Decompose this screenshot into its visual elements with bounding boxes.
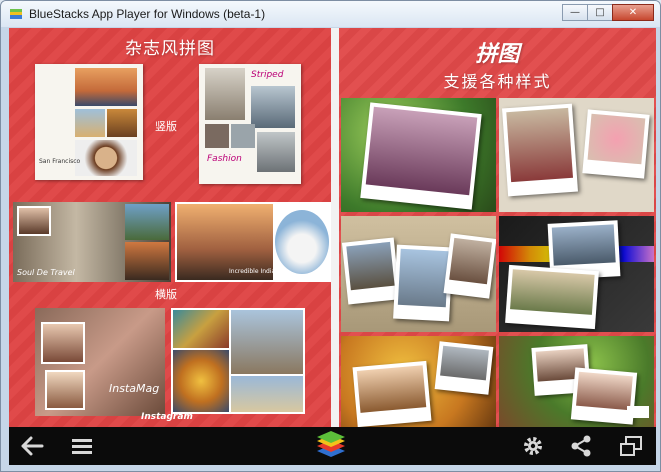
- fashion-photo-2: [251, 86, 295, 128]
- india-caption: Incredible India: [229, 268, 276, 275]
- maximize-button[interactable]: □: [587, 4, 613, 21]
- golden-gate-photo: [75, 68, 137, 106]
- collage-title: 拼图: [475, 42, 520, 67]
- fashion-photo-1: [205, 68, 245, 120]
- tile5-portrait: [356, 365, 427, 413]
- travel-collage[interactable]: Soul De Travel: [13, 202, 171, 282]
- tile2-flowers-photo: [587, 113, 646, 165]
- bluestacks-app-icon: [10, 9, 22, 19]
- menu-icon[interactable]: [69, 433, 95, 459]
- strip-caption: Soul De Travel: [17, 268, 75, 277]
- title-bar[interactable]: BlueStacks App Player for Windows (beta-…: [1, 1, 660, 27]
- tile1-polaroid: [360, 102, 482, 210]
- magazine-card-fashion[interactable]: Striped Fashion: [199, 64, 301, 184]
- tile3-eiffel-photo: [397, 248, 449, 308]
- style-tile-6[interactable]: [499, 336, 654, 427]
- tile4-group-photo: [510, 269, 595, 315]
- window-toggle-icon[interactable]: [618, 433, 644, 459]
- coffee-photo: [75, 140, 137, 176]
- instamag-portrait-1: [41, 322, 85, 364]
- back-arrow-icon[interactable]: [19, 433, 45, 459]
- bridge-photo: [107, 109, 137, 137]
- fashion-photo-4: [231, 124, 255, 148]
- style-tile-3[interactable]: [341, 216, 496, 332]
- taj-mahal-photo: [275, 210, 329, 274]
- harbor-photo: [75, 109, 105, 137]
- tile5-landscape: [440, 345, 489, 381]
- tile4-city-photo: [551, 224, 616, 266]
- tile2-child-photo: [506, 107, 574, 183]
- android-nav-bar: [9, 427, 656, 465]
- panel-divider: [331, 28, 339, 427]
- magazine-title: 杂志风拼图: [125, 39, 215, 59]
- tile2-polaroid-1: [502, 103, 578, 197]
- fashion-photo-3: [205, 124, 229, 148]
- minimize-button[interactable]: —: [562, 4, 588, 21]
- card2-caption-top: Striped: [251, 70, 284, 80]
- magazine-card-sanfrancisco[interactable]: San Francisco: [35, 64, 143, 180]
- instamag-portrait-2: [45, 370, 85, 410]
- mosaic-photo: [173, 310, 229, 348]
- tile4-polaroid-2: [505, 264, 599, 330]
- magazine-collage-panel[interactable]: 杂志风拼图 San Francisco 竖版 Striped Fashion S…: [9, 28, 331, 427]
- style-tile-2[interactable]: [499, 98, 654, 212]
- tile6-portrait-2: [576, 371, 633, 411]
- close-icon: ✕: [628, 7, 638, 18]
- maximize-icon: □: [595, 7, 605, 18]
- style-tile-1[interactable]: [341, 98, 496, 212]
- travel-portrait: [17, 206, 51, 236]
- label-horizontal: 横版: [155, 288, 177, 301]
- tile6-white-box: [627, 406, 649, 418]
- bluestacks-logo-icon[interactable]: [313, 431, 349, 461]
- share-icon[interactable]: [568, 433, 594, 459]
- instamag-title: InstaMag: [109, 382, 160, 395]
- tile3-polaroid-3: [443, 233, 496, 299]
- label-vertical: 竖版: [155, 120, 177, 133]
- app-content[interactable]: 杂志风拼图 San Francisco 竖版 Striped Fashion S…: [9, 28, 656, 427]
- card1-caption: San Francisco: [39, 158, 81, 165]
- tower-photo: [231, 376, 303, 412]
- instagram-label: Instagram: [141, 412, 193, 422]
- style-tile-4[interactable]: [499, 216, 654, 332]
- app-window: BlueStacks App Player for Windows (beta-…: [0, 0, 661, 472]
- tile1-portrait: [365, 106, 478, 196]
- sagrada-photo: [231, 310, 303, 374]
- minimize-icon: —: [570, 7, 580, 18]
- close-button[interactable]: ✕: [612, 4, 654, 21]
- window-title: BlueStacks App Player for Windows (beta-…: [29, 7, 266, 21]
- gear-icon[interactable]: [520, 433, 546, 459]
- tile5-polaroid-1: [352, 360, 432, 427]
- barcelona-collage[interactable]: [171, 308, 305, 414]
- collage-styles-panel[interactable]: 拼图 支援各种样式: [339, 28, 656, 427]
- tile3-building-photo: [449, 237, 493, 285]
- collage-subtitle: 支援各种样式: [443, 72, 552, 91]
- instamag-collage[interactable]: InstaMag: [35, 308, 165, 416]
- india-collage[interactable]: Incredible India: [175, 202, 331, 282]
- style-tile-5[interactable]: [341, 336, 496, 427]
- fashion-photo-5: [257, 132, 295, 172]
- tile5-polaroid-2: [434, 341, 494, 395]
- tile2-polaroid-2: [582, 109, 650, 179]
- tile3-polaroid-1: [341, 237, 401, 305]
- travel-landscape-2: [125, 242, 169, 280]
- card2-caption-bottom: Fashion: [207, 154, 242, 164]
- tile3-street-photo: [346, 241, 395, 291]
- gaudi-ceiling-photo: [173, 350, 229, 412]
- travel-landscape-1: [125, 204, 169, 240]
